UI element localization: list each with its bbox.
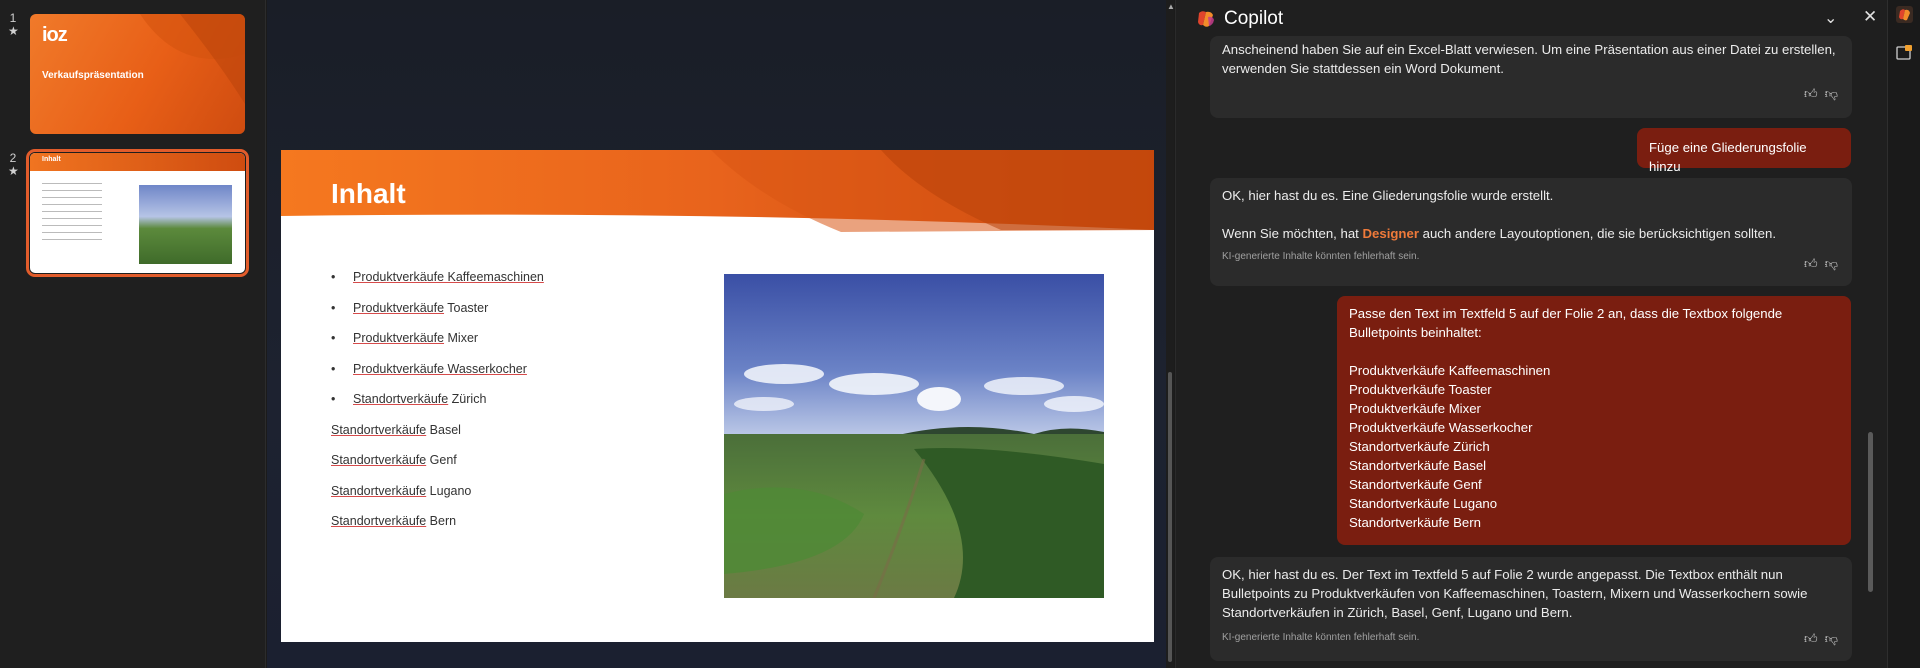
scroll-up-icon[interactable]: ▲ [1167,2,1175,11]
assistant-message: Anscheinend haben Sie auf ein Excel-Blat… [1210,36,1852,118]
slide-number-1: 1 ★ [8,11,19,38]
slide-number-2: 2 ★ [8,151,19,178]
message-text: Produktverkäufe Toaster [1349,382,1492,397]
list-item: Standortverkäufe Bern [331,514,457,528]
list-item: • Produktverkäufe Toaster [331,300,489,315]
editor-scrollbar-thumb[interactable] [1168,372,1172,662]
copilot-pane: Copilot ⌄ ✕ Anscheinend haben Sie auf ei… [1175,0,1887,668]
slide-thumbnail-1[interactable]: ioz Verkaufspräsentation [30,14,245,134]
thumbs-up-icon[interactable]: 👍︎ [1804,631,1818,646]
thumbs-down-icon[interactable]: 👎︎ [1825,86,1838,101]
copilot-rail-icon[interactable] [1896,6,1913,23]
list-item: Standortverkäufe Lugano [331,483,472,498]
thumbnail-2-image [139,185,232,264]
slide-title[interactable]: Inhalt [331,178,406,210]
ai-disclaimer: KI-generierte Inhalte könnten fehlerhaft… [1222,251,1420,262]
slide-thumbnail-pane: 1 ★ ioz Verkaufspräsentation 2 ★ Inhalt [0,0,266,668]
message-text: Produktverkäufe Mixer [1349,401,1481,416]
thumbs-up-icon[interactable]: 👍︎ [1804,256,1818,271]
thumbs-up-icon[interactable]: 👍︎ [1804,86,1818,101]
list-item: Standortverkäufe Genf [331,453,457,467]
thumbnail-2-title: Inhalt [42,156,61,163]
message-text: verwenden Sie stattdessen ein Word Dokum… [1222,61,1504,76]
copilot-logo-icon [1198,11,1214,27]
thumbnail-1-title: Verkaufspräsentation [42,70,144,81]
message-text: Standortverkäufe Zürich [1349,439,1490,454]
designer-link[interactable]: Designer [1363,226,1419,241]
message-text: Standortverkäufe Bern [1349,515,1481,530]
message-text: Füge eine Gliederungsfolie hinzu [1649,140,1807,174]
message-text: OK, hier hast du es. Eine Gliederungsfol… [1222,188,1554,203]
message-text: Anscheinend haben Sie auf ein Excel-Blat… [1222,42,1836,57]
app-window: 1 ★ ioz Verkaufspräsentation 2 ★ Inhalt ▲ [0,0,1920,668]
editor-scrollbar[interactable]: ▲ [1166,0,1175,668]
list-item: Standortverkäufe Basel [331,422,461,437]
slide-thumbnail-2[interactable]: Inhalt [26,149,249,277]
copilot-scrollbar-thumb[interactable] [1868,432,1873,592]
thumbnail-2-text-lines [42,183,102,246]
landscape-photo[interactable] [724,274,1104,598]
message-text: Bulletpoints beinhaltet: [1349,325,1482,340]
ai-disclaimer: KI-generierte Inhalte könnten fehlerhaft… [1222,632,1420,643]
list-item: • Produktverkäufe Kaffeemaschinen [331,270,544,284]
designer-rail-icon[interactable] [1896,44,1913,61]
message-text: OK, hier hast du es. Der Text im Textfel… [1222,567,1783,582]
user-message: Passe den Text im Textfeld 5 auf der Fol… [1337,296,1851,545]
message-text: Produktverkäufe Wasserkocher [1349,420,1533,435]
message-text: Passe den Text im Textfeld 5 auf der Fol… [1349,306,1783,321]
feedback-buttons: 👍︎ 👎︎ [1804,254,1838,273]
copilot-title: Copilot [1224,8,1284,29]
feedback-buttons: 👍︎ 👎︎ [1804,629,1838,648]
copilot-header: Copilot ⌄ ✕ [1176,0,1888,38]
thumbs-down-icon[interactable]: 👎︎ [1825,631,1838,646]
message-text: Produktverkäufe Kaffeemaschinen [1349,363,1551,378]
list-item: • Produktverkäufe Mixer [331,331,479,345]
slide-text-box[interactable]: • Produktverkäufe Kaffeemaschinen • Produk… [331,270,691,545]
list-item: • Standortverkäufe Zürich [331,392,487,406]
ioz-logo: ioz [42,24,68,46]
chevron-down-icon[interactable]: ⌄ [1824,8,1837,28]
message-text: Standortverkäufe Genf [1349,477,1482,492]
copilot-scrollbar[interactable] [1866,40,1874,660]
user-message: Füge eine Gliederungsfolie hinzu [1637,128,1851,174]
list-item: • Produktverkäufe Wasserkocher [331,361,527,376]
slide-header-band [281,150,1154,232]
current-slide[interactable]: Inhalt • Produktverkäufe Kaffeemaschinen … [281,150,1154,642]
assistant-message: OK, hier hast du es. Der Text im Textfel… [1210,557,1852,661]
message-text: Standortverkäufe Lugano [1349,496,1498,511]
message-text: Wenn Sie möchten, hat Designer auch ande… [1222,226,1776,241]
feedback-buttons: 👍︎ 👎︎ [1804,84,1838,103]
close-icon[interactable]: ✕ [1863,7,1877,27]
message-text: Standortverkäufen in Zürich, Basel, Genf… [1222,605,1573,620]
assistant-message: OK, hier hast du es. Eine Gliederungsfol… [1210,178,1852,286]
message-text: Bulletpoints zu Produktverkäufen von Kaf… [1222,586,1808,601]
thumbs-down-icon[interactable]: 👎︎ [1825,256,1838,271]
message-text: Standortverkäufe Basel [1349,458,1487,473]
thumbnail-2-header: Inhalt [30,153,245,171]
right-rail [1887,0,1920,668]
